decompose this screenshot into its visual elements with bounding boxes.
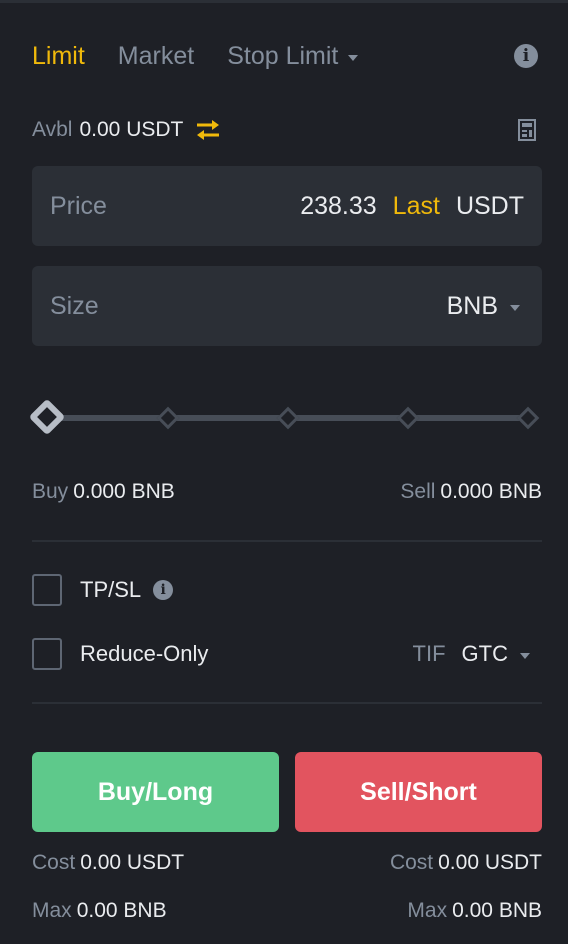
buy-max: Max 0.00 BNB (32, 899, 167, 923)
tab-market-label: Market (117, 41, 195, 70)
buy-amount-value: 0.000 BNB (73, 480, 175, 503)
price-field: Price Last USDT (32, 166, 542, 246)
tpsl-row: TP/SL i (32, 574, 542, 606)
buy-cost-value: 0.00 USDT (80, 851, 185, 874)
buy-amount-label: Buy (32, 480, 69, 503)
buy-max-value: 0.00 BNB (76, 899, 167, 922)
slider-mark-75[interactable] (396, 406, 420, 430)
buy-long-button[interactable]: Buy/Long (32, 752, 279, 832)
size-unit-select[interactable]: BNB (447, 292, 520, 321)
sell-max: Max 0.00 BNB (407, 899, 542, 923)
buy-max-label: Max (32, 899, 72, 922)
size-field: Size BNB (32, 266, 542, 346)
buy-cost: Cost 0.00 USDT (32, 851, 184, 875)
available-balance: Avbl 0.00 USDT (32, 116, 221, 144)
size-input[interactable] (326, 291, 447, 321)
sell-cost: Cost 0.00 USDT (390, 851, 542, 875)
buy-cost-label: Cost (32, 851, 76, 874)
price-unit: USDT (455, 191, 524, 220)
slider-handle[interactable] (28, 398, 66, 436)
slider-mark-50[interactable] (276, 406, 300, 430)
caret-down-icon (520, 652, 530, 659)
sell-cost-value: 0.00 USDT (438, 851, 542, 874)
tif-label: TIF (412, 641, 446, 666)
available-label: Avbl (32, 118, 73, 141)
caret-down-icon (348, 54, 359, 61)
divider (32, 702, 542, 704)
tab-stop-limit[interactable]: Stop Limit (227, 41, 359, 71)
tpsl-checkbox[interactable] (32, 574, 62, 606)
tpsl-label: TP/SL (80, 577, 142, 602)
price-label: Price (50, 191, 107, 220)
tab-limit[interactable]: Limit (32, 42, 85, 71)
tif-select[interactable]: GTC (462, 641, 530, 667)
percentage-slider[interactable] (28, 398, 540, 438)
tab-limit-label: Limit (32, 41, 85, 70)
sell-max-label: Max (407, 899, 448, 922)
last-price-button[interactable]: Last (393, 192, 440, 221)
sell-cost-label: Cost (389, 851, 434, 874)
tab-market[interactable]: Market (118, 42, 194, 71)
divider (32, 540, 542, 542)
tif-value: GTC (461, 641, 508, 666)
info-icon[interactable]: i (514, 44, 538, 68)
available-value: 0.00 USDT (79, 118, 184, 141)
tif-control: TIF GTC (413, 641, 542, 667)
calculator-icon[interactable] (518, 119, 536, 141)
sell-short-button[interactable]: Sell/Short (295, 752, 542, 832)
max-row: Max 0.00 BNB Max 0.00 BNB (32, 899, 542, 923)
price-input[interactable] (236, 191, 377, 221)
cost-row: Cost 0.00 USDT Cost 0.00 USDT (32, 851, 542, 875)
reduce-only-row: Reduce-Only TIF GTC (32, 638, 542, 670)
reduce-only-checkbox[interactable] (32, 638, 62, 670)
order-type-tabs: Limit Market Stop Limit i (32, 38, 538, 74)
sell-amount: Sell 0.000 BNB (400, 480, 542, 504)
caret-down-icon (510, 304, 520, 311)
slider-mark-100[interactable] (516, 406, 540, 430)
slider-mark-25[interactable] (156, 406, 180, 430)
buy-sell-amounts: Buy 0.000 BNB Sell 0.000 BNB (32, 480, 542, 504)
size-unit-label: BNB (446, 291, 498, 320)
sell-amount-value: 0.000 BNB (440, 480, 542, 503)
top-border (0, 0, 568, 3)
swap-arrows-icon[interactable] (195, 119, 221, 141)
info-icon[interactable]: i (153, 580, 174, 600)
buy-amount: Buy 0.000 BNB (32, 480, 175, 504)
sell-max-value: 0.00 BNB (452, 899, 542, 922)
tab-stop-limit-label: Stop Limit (227, 41, 339, 70)
sell-amount-label: Sell (400, 480, 436, 503)
reduce-only-label: Reduce-Only (80, 641, 209, 666)
size-label: Size (50, 291, 99, 320)
